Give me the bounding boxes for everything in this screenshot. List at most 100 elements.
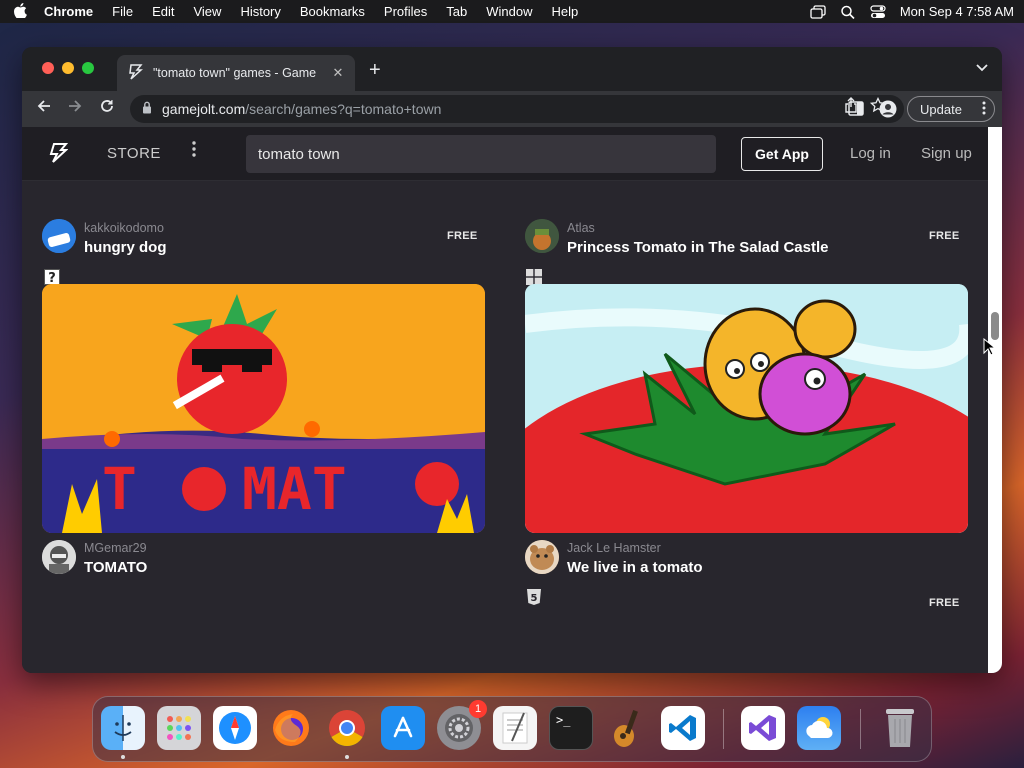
author-name[interactable]: kakkoikodomo [84, 221, 164, 235]
author-name[interactable]: Atlas [567, 221, 595, 235]
game-thumbnail[interactable]: T MAT [42, 284, 485, 533]
game-thumbnail[interactable] [525, 284, 968, 533]
menu-view[interactable]: View [193, 4, 221, 19]
menu-history[interactable]: History [240, 4, 280, 19]
mouse-cursor-icon [983, 337, 997, 356]
svg-text:MAT: MAT [242, 455, 347, 523]
store-link[interactable]: STORE [107, 145, 161, 162]
url-path: /search/games?q=tomato+town [245, 101, 442, 117]
more-vertical-icon[interactable] [982, 101, 986, 118]
unknown-platform-icon: ? [44, 269, 60, 286]
dock: 1 >_ [92, 696, 932, 762]
address-bar[interactable]: gamejolt.com/search/games?q=tomato+town [130, 95, 904, 123]
profile-avatar-icon[interactable] [879, 100, 897, 123]
back-arrow-icon[interactable] [36, 98, 52, 119]
windows-icon [526, 269, 542, 285]
signup-link[interactable]: Sign up [921, 145, 972, 162]
notification-badge: 1 [469, 700, 487, 718]
menu-window[interactable]: Window [486, 4, 532, 19]
zoom-window-button[interactable] [82, 62, 94, 74]
update-label: Update [920, 101, 962, 117]
safari-icon[interactable] [213, 706, 257, 750]
lock-icon[interactable] [142, 101, 162, 117]
game-card[interactable]: T MAT MGemar29 TOMATO [22, 284, 505, 624]
menu-profiles[interactable]: Profiles [384, 4, 427, 19]
menu-bar: Chrome File Edit View History Bookmarks … [0, 0, 1024, 23]
app-store-icon[interactable] [381, 706, 425, 750]
author-name[interactable]: MGemar29 [84, 541, 147, 555]
control-center-icon[interactable] [870, 4, 886, 19]
close-tab-icon[interactable]: ✕ [331, 65, 345, 81]
scrollbar-thumb[interactable] [991, 312, 999, 340]
avatar[interactable] [42, 219, 76, 253]
weather-icon[interactable] [797, 706, 841, 750]
trash-icon[interactable] [878, 706, 922, 750]
browser-window: "tomato town" games - Game ✕ + gamejolt.… [22, 47, 1002, 673]
new-tab-icon[interactable]: + [369, 59, 381, 82]
visual-studio-icon[interactable] [741, 706, 785, 750]
scrollbar[interactable] [988, 127, 1002, 673]
menu-edit[interactable]: Edit [152, 4, 174, 19]
login-link[interactable]: Log in [850, 145, 891, 162]
finder-icon[interactable] [101, 706, 145, 750]
reload-icon[interactable] [99, 98, 115, 119]
more-vertical-icon[interactable] [192, 141, 196, 162]
forward-arrow-icon[interactable] [67, 98, 83, 119]
garageband-icon[interactable] [605, 706, 649, 750]
svg-text:?: ? [48, 271, 56, 285]
vscode-icon[interactable] [661, 706, 705, 750]
menu-app-name[interactable]: Chrome [44, 4, 93, 19]
game-title[interactable]: hungry dog [84, 239, 167, 256]
tab-search-chevron-icon[interactable] [976, 61, 988, 75]
page-content: STORE tomato town Get App Log in Sign up… [22, 127, 988, 673]
avatar[interactable] [525, 540, 559, 574]
window-controls [42, 62, 94, 74]
spotlight-search-icon[interactable] [840, 5, 856, 19]
avatar[interactable] [42, 540, 76, 574]
game-title[interactable]: TOMATO [84, 559, 147, 576]
close-window-button[interactable] [42, 62, 54, 74]
get-app-button[interactable]: Get App [741, 137, 823, 171]
side-panel-icon[interactable] [848, 101, 864, 121]
menu-tab[interactable]: Tab [446, 4, 467, 19]
running-indicator [121, 755, 125, 759]
gamejolt-logo-icon[interactable] [48, 143, 69, 169]
terminal-icon[interactable]: >_ [549, 706, 593, 750]
svg-text:T: T [102, 455, 137, 523]
game-card[interactable]: Jack Le Hamster We live in a tomato FREE… [505, 284, 988, 624]
system-settings-icon[interactable]: 1 [437, 700, 487, 750]
html5-icon: 5 [526, 589, 542, 605]
menu-bookmarks[interactable]: Bookmarks [300, 4, 365, 19]
terminal-prompt: >_ [556, 713, 571, 727]
menu-clock[interactable]: Mon Sep 4 7:58 AM [900, 4, 1014, 19]
author-name[interactable]: Jack Le Hamster [567, 541, 661, 555]
price-badge: FREE [929, 230, 960, 242]
tab-active[interactable]: "tomato town" games - Game ✕ [117, 55, 355, 91]
svg-text:5: 5 [531, 593, 538, 604]
site-header: STORE tomato town Get App Log in Sign up [22, 127, 988, 181]
price-badge: FREE [929, 597, 960, 609]
dock-separator [860, 709, 861, 749]
menu-help[interactable]: Help [552, 4, 579, 19]
url-host: gamejolt.com [162, 101, 246, 117]
tab-strip: "tomato town" games - Game ✕ + [22, 47, 1002, 91]
textedit-icon[interactable] [493, 706, 537, 750]
update-button[interactable]: Update [907, 96, 995, 122]
minimize-window-button[interactable] [62, 62, 74, 74]
running-indicator [345, 755, 349, 759]
search-input[interactable]: tomato town [246, 135, 716, 173]
browser-toolbar: gamejolt.com/search/games?q=tomato+town … [22, 91, 1002, 127]
dock-separator [723, 709, 724, 749]
menu-file[interactable]: File [112, 4, 133, 19]
firefox-icon[interactable] [269, 706, 313, 750]
chrome-icon[interactable] [325, 706, 369, 750]
price-badge: FREE [447, 230, 478, 242]
tab-title: "tomato town" games - Game [153, 66, 317, 80]
screen-mirroring-icon[interactable] [810, 4, 826, 19]
avatar[interactable] [525, 219, 559, 253]
gamejolt-favicon-icon [127, 63, 143, 83]
apple-menu-icon[interactable] [10, 2, 30, 21]
launchpad-icon[interactable] [157, 706, 201, 750]
game-title[interactable]: We live in a tomato [567, 559, 703, 576]
game-title[interactable]: Princess Tomato in The Salad Castle [567, 239, 828, 256]
